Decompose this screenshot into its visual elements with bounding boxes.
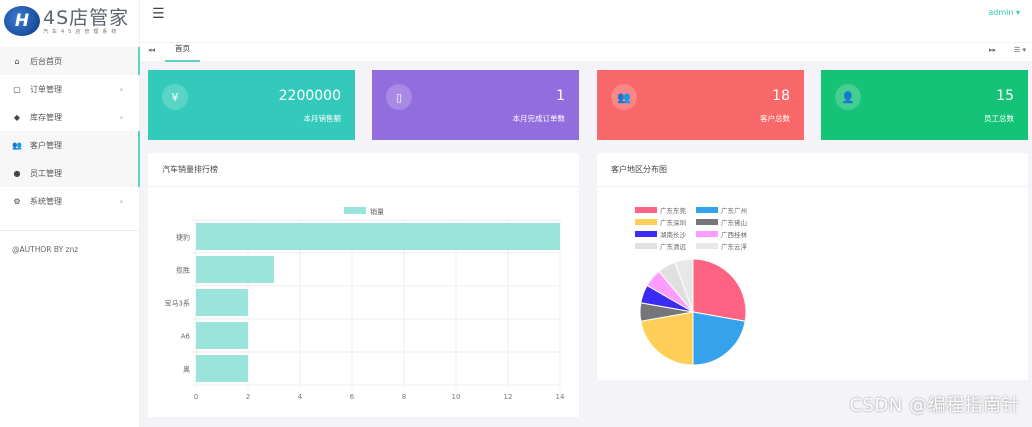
region-pie-chart: 广东东莞 广东广州广东深圳 广东佛山湖南长沙 广西桂林广东清远 广东云浮 [635,206,748,366]
y-tick-label: 捷豹 [176,233,190,242]
legend-swatch [696,207,718,213]
x-tick-label: 2 [246,393,250,401]
legend-swatch [635,243,657,249]
region-panel: 客户地区分布图 广东东莞 广东广州广东深圳 广东佛山湖南长沙 广西桂林广东清远 广东云浮 [597,153,1028,380]
chevron-right-icon: › [119,84,123,94]
user-icon: 👤 [835,84,861,110]
x-tick-label: 6 [350,393,355,401]
stat-value: 18 [772,88,790,104]
tab-scroll-left-icon[interactable]: ◂◂ [148,46,155,54]
users-icon: 👥 [12,140,22,150]
sidebar-item-3[interactable]: 👥 客户管理 [0,131,140,159]
legend-label: 广东东莞 [660,206,687,215]
logo-mark: H [4,6,40,36]
users-icon: 👥 [611,84,637,110]
bar [196,256,274,283]
legend-label: 湖南长沙 [660,230,687,239]
sales-bar-chart: 销量 0 2 4 6 8 10 12 14 捷豹揽胜宝马3系 A6 奥 [165,207,565,401]
pie-slice [692,258,747,322]
panel-title: 汽车销量排行榜 [148,153,579,187]
x-tick-label: 14 [556,393,565,401]
y-tick-label: 揽胜 [176,266,190,275]
user-menu[interactable]: admin ▾ [988,8,1020,17]
sidebar-item-1[interactable]: ▢ 订单管理 › [0,75,139,103]
gear-icon: ⚙ [13,196,21,206]
tab-home[interactable]: 首页 [165,43,200,62]
sidebar-item-label: 系统管理 [30,196,62,206]
clipboard-icon: ▯ [386,84,412,110]
legend-swatch [635,207,657,213]
legend-label: 广东深圳 [660,218,686,227]
legend-label: 广东云浮 [721,242,748,251]
stat-value: 1 [556,88,565,104]
menu-toggle-icon[interactable]: ☰ [152,6,165,22]
stat-card: ¥2200000 本月销售额 [148,70,355,140]
chevron-right-icon: › [119,112,123,122]
x-tick-label: 12 [504,393,513,401]
sidebar: H 4S店管家 汽车4S店管理系统 ⌂ 后台首页 ▢ 订单管理 › ◆ 库存管理 › 👥 客户管理… [0,0,140,427]
sidebar-item-label: 订单管理 [30,84,62,94]
logo[interactable]: H 4S店管家 汽车4S店管理系统 [0,0,139,42]
bar [196,322,248,349]
sales-ranking-panel: 汽车销量排行榜 销量 0 2 4 6 8 10 12 14 捷豹揽胜宝马3系 A6 奥 [148,153,579,417]
yen-icon: ¥ [162,84,188,110]
sidebar-menu: ⌂ 后台首页 ▢ 订单管理 › ◆ 库存管理 › 👥 客户管理 ● 员工管理 ⚙ 系统管理 › [0,47,140,215]
legend-label: 广东清远 [660,242,687,251]
topbar: ☰ admin ▾ [140,0,1032,42]
home-icon: ⌂ [14,56,20,66]
legend-swatch [635,219,657,225]
sidebar-item-label: 客户管理 [30,140,62,150]
cube-icon: ◆ [13,112,21,122]
pie-slice [692,311,746,366]
bar [196,223,560,250]
logo-title: 4S店管家 [43,6,130,29]
y-tick-label: 奥 [183,365,190,374]
stat-label: 客户总数 [760,114,790,123]
bar [196,355,248,382]
legend-swatch [344,207,366,214]
legend-swatch [696,231,718,237]
author-text: @AUTHOR BY znz [12,245,79,254]
legend-label: 广东广州 [721,206,747,215]
user-icon: ● [13,168,21,178]
y-tick-label: 宝马3系 [165,299,190,308]
tab-scroll-right-icon[interactable]: ▸▸ [989,46,996,54]
legend-swatch [696,243,718,249]
x-tick-label: 8 [402,393,406,401]
stat-label: 本月销售额 [303,114,342,123]
legend-swatch [635,231,657,237]
sidebar-item-label: 库存管理 [30,112,62,122]
tab-options-icon[interactable]: ☰ ▾ [1014,46,1026,54]
sidebar-item-label: 后台首页 [30,56,62,66]
stat-label: 员工总数 [984,114,1014,123]
panel-title: 客户地区分布图 [597,153,1028,187]
y-tick-label: A6 [181,333,191,341]
stat-card: 👤 15 员工总数 [821,70,1028,140]
x-tick-label: 10 [452,393,461,401]
bar [196,289,248,316]
sidebar-item-label: 员工管理 [30,168,62,178]
stat-value: 2200000 [278,88,341,104]
legend-label: 广西桂林 [721,230,748,239]
tab-bar: ◂◂ 首页 ▸▸ ☰ ▾ [140,42,1032,62]
sidebar-item-2[interactable]: ◆ 库存管理 › [0,103,139,131]
sidebar-item-5[interactable]: ⚙ 系统管理 › [0,187,139,215]
legend-swatch [696,219,718,225]
x-tick-label: 4 [298,393,303,401]
chevron-right-icon: › [119,196,123,206]
stat-value: 15 [996,88,1014,104]
clipboard-icon: ▢ [13,84,21,94]
sidebar-item-4[interactable]: ● 员工管理 [0,159,140,187]
watermark: CSDN @编程指南针 [849,395,1020,416]
stat-label: 本月完成订单数 [512,114,566,123]
legend-label: 广东佛山 [721,218,747,227]
legend-label: 销量 [370,207,384,216]
logo-subtitle: 汽车4S店管理系统 [43,28,121,35]
sidebar-item-0[interactable]: ⌂ 后台首页 [0,47,140,75]
stat-card: 👥 18 客户总数 [597,70,804,140]
x-tick-label: 0 [194,393,198,401]
stat-card: ▯ 1 本月完成订单数 [372,70,579,140]
